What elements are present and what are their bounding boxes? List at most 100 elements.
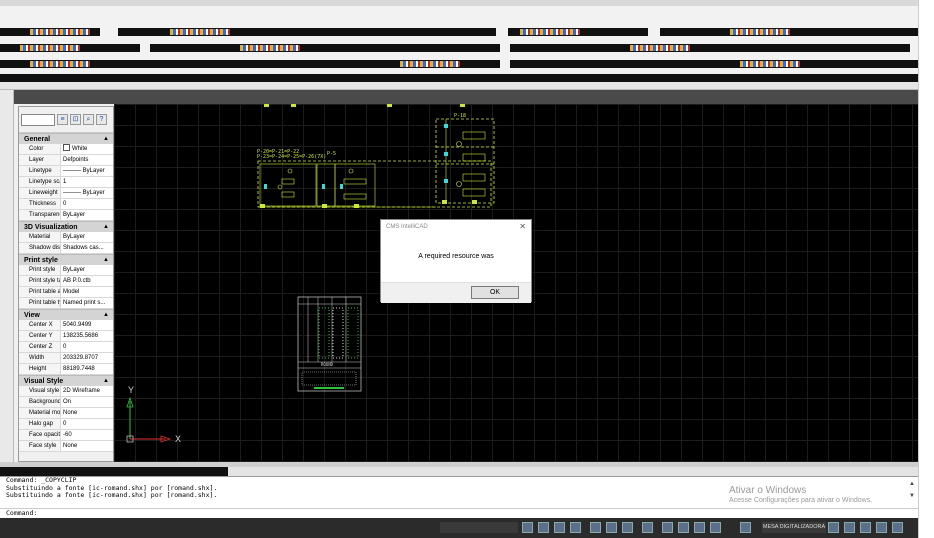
toolbar-icons[interactable]	[520, 29, 580, 35]
property-row[interactable]: Face style None	[19, 441, 113, 452]
property-value[interactable]: None	[61, 441, 113, 451]
property-row[interactable]: Print table typeNamed print s...	[19, 298, 113, 309]
property-value[interactable]: AB P.0.ctb	[61, 276, 113, 286]
collapse-caret-icon[interactable]: ▲	[103, 222, 109, 233]
toolbar-icons[interactable]	[170, 29, 230, 35]
customize-icon[interactable]	[844, 522, 855, 533]
property-value[interactable]: Model	[61, 287, 113, 297]
window-scrollbar[interactable]	[918, 0, 934, 538]
command-prompt[interactable]: Command:	[0, 509, 918, 518]
property-value[interactable]: ByLayer	[61, 265, 113, 275]
toolbar-icons[interactable]	[630, 45, 690, 51]
property-value[interactable]: Named print s...	[61, 298, 113, 308]
toggle-pickadd-icon[interactable]: ≡	[57, 114, 68, 125]
property-row[interactable]: Center Z0	[19, 342, 113, 353]
help-icon[interactable]: ?	[96, 114, 107, 125]
hardware-accel-icon[interactable]	[876, 522, 887, 533]
layout-tab-strip[interactable]	[0, 467, 228, 476]
toolbar-icons[interactable]	[30, 29, 90, 35]
ortho-mode-icon[interactable]	[554, 522, 565, 533]
property-row[interactable]: TransparencyByLayer	[19, 210, 113, 221]
dynamic-input-icon[interactable]	[642, 522, 653, 533]
property-row[interactable]: Face opacity -60	[19, 430, 113, 441]
property-value[interactable]: Shadows cas...	[61, 243, 113, 253]
property-value[interactable]: -60	[61, 430, 113, 440]
property-row[interactable]: Print style ByLayer	[19, 265, 113, 276]
property-value[interactable]: ByLayer	[61, 232, 113, 242]
polar-mode-icon[interactable]	[570, 522, 581, 533]
property-value[interactable]: White	[61, 144, 113, 154]
select-objects-icon[interactable]: ⊡	[70, 114, 81, 125]
property-row[interactable]: Shadow displ...Shadows cas...	[19, 243, 113, 254]
toolbar-icons[interactable]	[240, 45, 300, 51]
ok-button[interactable]: OK	[471, 286, 519, 299]
toolbar-icons[interactable]	[20, 45, 80, 51]
otrack-mode-icon[interactable]	[606, 522, 617, 533]
property-row[interactable]: Visual style 2D Wireframe	[19, 386, 113, 397]
gear-icon[interactable]	[828, 522, 839, 533]
property-value[interactable]: 2D Wireframe	[61, 386, 113, 396]
property-row[interactable]: Layer Defpoints	[19, 155, 113, 166]
property-row[interactable]: Center X 5040.9499	[19, 320, 113, 331]
quick-select-icon[interactable]: ⌕	[83, 114, 94, 125]
property-row[interactable]: Thickness 0	[19, 199, 113, 210]
property-value[interactable]: 0	[61, 199, 113, 209]
tablet-mode-label[interactable]: MESA DIGITALIZADORA	[762, 522, 826, 533]
info-icon[interactable]	[892, 522, 903, 533]
property-value[interactable]: ——— ByLayer	[61, 188, 113, 198]
workspace-icon[interactable]	[694, 522, 705, 533]
fullscreen-icon[interactable]	[860, 522, 871, 533]
snap-mode-icon[interactable]	[522, 522, 533, 533]
property-row[interactable]: Center Y 138235.5686	[19, 331, 113, 342]
isolate-icon[interactable]	[740, 522, 751, 533]
property-row[interactable]: Lineweight ——— ByLayer	[19, 188, 113, 199]
toolbar-icons[interactable]	[400, 61, 460, 67]
property-value[interactable]: On	[61, 397, 113, 407]
selection-dropdown[interactable]	[21, 113, 55, 126]
section-header[interactable]: Print style ▲	[19, 254, 113, 265]
property-row[interactable]: Color White	[19, 144, 113, 155]
osnap-mode-icon[interactable]	[590, 522, 601, 533]
property-value[interactable]: 5040.9499	[61, 320, 113, 330]
grid-mode-icon[interactable]	[538, 522, 549, 533]
property-value[interactable]: 138235.5686	[61, 331, 113, 341]
property-value[interactable]: ByLayer	[61, 210, 113, 220]
command-scrollbar[interactable]: ▲ ▼	[908, 481, 916, 511]
property-row[interactable]: Material modeNone	[19, 408, 113, 419]
property-row[interactable]: Print style tableAB P.0.ctb	[19, 276, 113, 287]
property-value[interactable]: ——— ByLayer	[61, 166, 113, 176]
toolbar-icons[interactable]	[30, 61, 90, 67]
collapse-caret-icon[interactable]: ▲	[103, 376, 109, 387]
property-value[interactable]: 88189.7448	[61, 364, 113, 374]
property-value[interactable]: 0	[61, 342, 113, 352]
toolbar-icons[interactable]	[730, 29, 790, 35]
property-row[interactable]: Linetype ——— ByLayer	[19, 166, 113, 177]
collapse-caret-icon[interactable]: ▲	[103, 310, 109, 321]
lineweight-mode-icon[interactable]	[622, 522, 633, 533]
property-row[interactable]: Material ByLayer	[19, 232, 113, 243]
collapse-caret-icon[interactable]: ▲	[103, 134, 109, 145]
toolbar-icons[interactable]	[740, 61, 800, 67]
property-value[interactable]: 1	[61, 177, 113, 187]
property-row[interactable]: Halo gap 0	[19, 419, 113, 430]
section-header[interactable]: View ▲	[19, 309, 113, 320]
command-line[interactable]: Command:	[0, 508, 918, 518]
selection-cycling-icon[interactable]	[662, 522, 673, 533]
document-tab-bar[interactable]	[0, 82, 918, 90]
property-value[interactable]: None	[61, 408, 113, 418]
property-row[interactable]: Height 88189.7448	[19, 364, 113, 375]
property-value[interactable]: Defpoints	[61, 155, 113, 165]
property-row[interactable]: Linetype scale1	[19, 177, 113, 188]
property-row[interactable]: Background On	[19, 397, 113, 408]
section-header[interactable]: General ▲	[19, 133, 113, 144]
property-row[interactable]: Print table att...Model	[19, 287, 113, 298]
annotation-scale-icon[interactable]	[678, 522, 689, 533]
property-value[interactable]: 203329.8707	[61, 353, 113, 363]
section-header[interactable]: Visual Style ▲	[19, 375, 113, 386]
property-value[interactable]: 0	[61, 419, 113, 429]
property-row[interactable]: Width 203329.8707	[19, 353, 113, 364]
section-header[interactable]: 3D Visualization ▲	[19, 221, 113, 232]
lock-icon[interactable]	[710, 522, 721, 533]
collapse-caret-icon[interactable]: ▲	[103, 255, 109, 266]
close-icon[interactable]: ✕	[519, 220, 526, 234]
